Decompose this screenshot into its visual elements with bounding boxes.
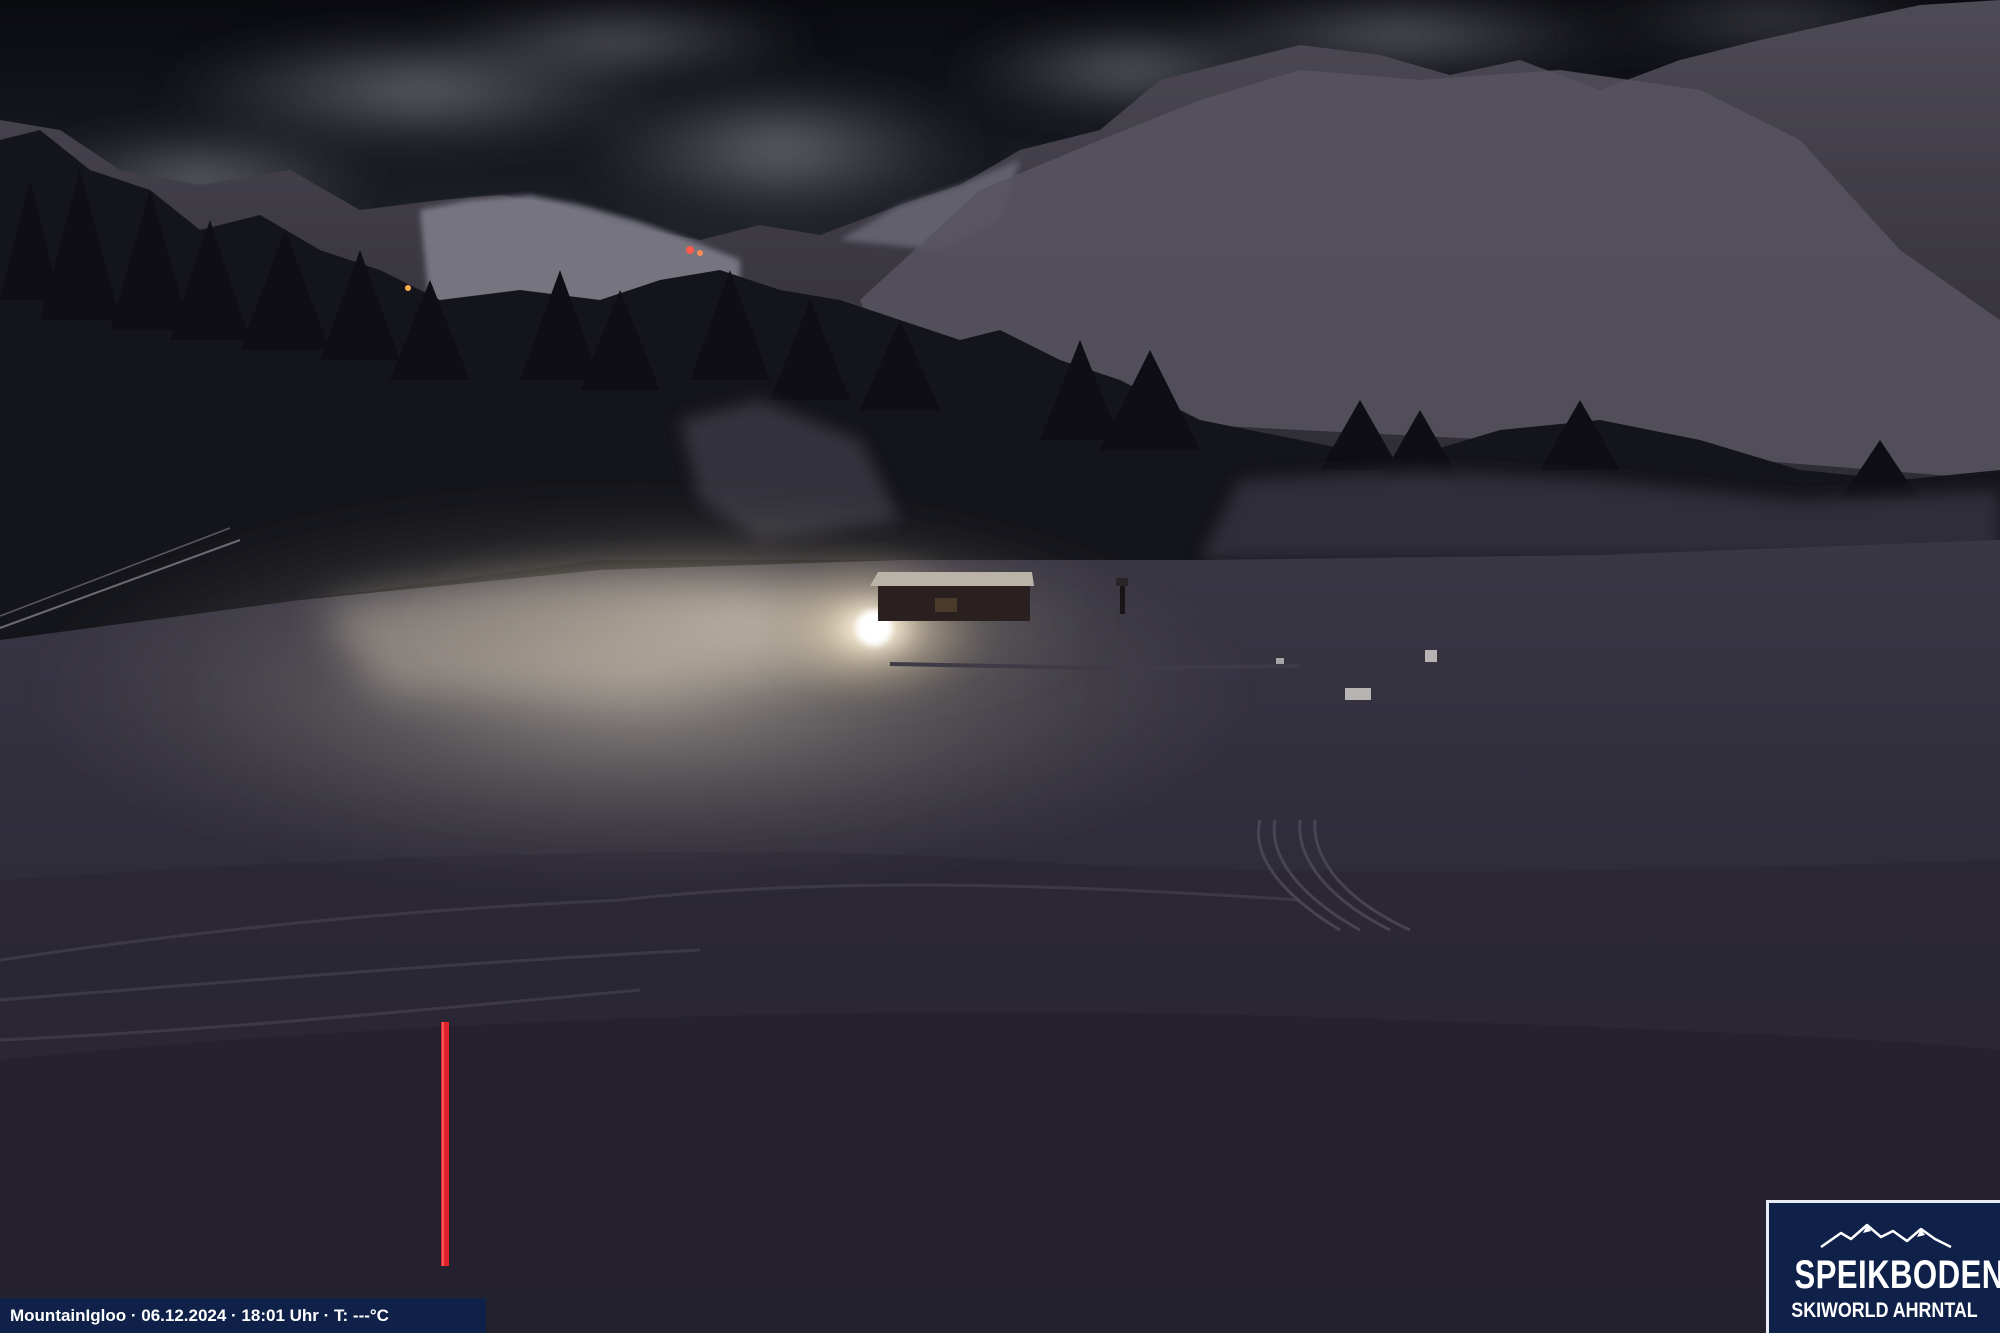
caption-text: MountainIgloo · 06.12.2024 · 18:01 Uhr ·…: [10, 1306, 389, 1325]
speikboden-logo: SPEIKBODEN SKIWORLD AHRNTAL: [1766, 1200, 2000, 1333]
mountain-ridge-icon: [1820, 1223, 1952, 1249]
webcam-image: MountainIgloo · 06.12.2024 · 18:01 Uhr ·…: [0, 0, 2000, 1333]
logo-subtitle: SKIWORLD AHRNTAL: [1791, 1299, 1978, 1322]
timestamp-caption-bar: MountainIgloo · 06.12.2024 · 18:01 Uhr ·…: [0, 1298, 486, 1333]
logo-title: SPEIKBODEN: [1794, 1253, 2000, 1297]
night-ski-slope-photo: [0, 0, 2000, 1333]
